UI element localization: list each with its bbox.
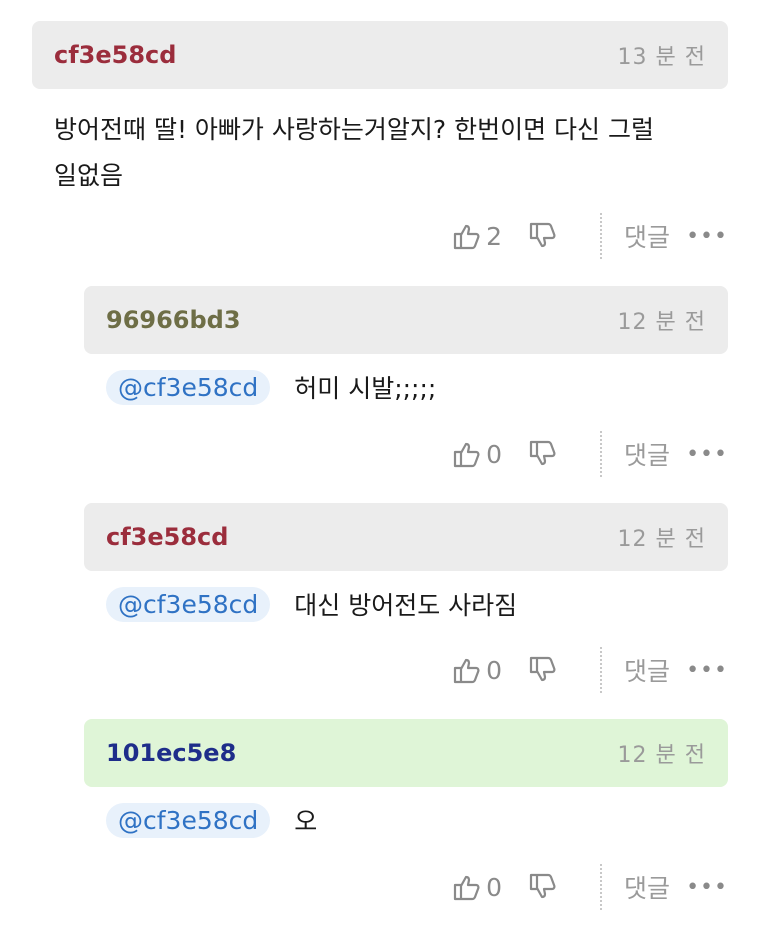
comment-actions: 2 댓글 ••• bbox=[452, 213, 728, 259]
comment-header: cf3e58cd 13 분 전 bbox=[32, 21, 728, 89]
comment-time: 13 분 전 bbox=[617, 45, 706, 70]
mention-tag[interactable]: @cf3e58cd bbox=[106, 586, 271, 622]
reply-row: @cf3e58cd 대신 방어전도 사라짐 bbox=[84, 581, 728, 627]
comment-time: 12 분 전 bbox=[617, 527, 706, 552]
like-count: 0 bbox=[486, 655, 503, 685]
comment-text: 허미 시발;;;;; bbox=[294, 374, 437, 403]
action-divider bbox=[600, 647, 603, 693]
comment-author[interactable]: cf3e58cd bbox=[106, 523, 228, 551]
like-count: 0 bbox=[486, 439, 503, 469]
action-divider bbox=[600, 864, 603, 910]
thumbs-up-icon[interactable] bbox=[452, 655, 482, 685]
comment-4: 101ec5e8 12 분 전 @cf3e58cd 오 bbox=[84, 719, 728, 843]
comment-header: 96966bd3 12 분 전 bbox=[84, 286, 728, 354]
comment-header: 101ec5e8 12 분 전 bbox=[84, 719, 728, 787]
comment-text-line-1: 방어전때 딸! 아빠가 사랑하는거알지? 한번이면 다신 그럴 bbox=[54, 115, 654, 144]
action-divider bbox=[600, 213, 603, 259]
comment-3: cf3e58cd 12 분 전 @cf3e58cd 대신 방어전도 사라짐 bbox=[84, 503, 728, 627]
comment-time: 12 분 전 bbox=[617, 743, 706, 768]
mention-tag[interactable]: @cf3e58cd bbox=[106, 369, 271, 405]
action-divider bbox=[600, 431, 603, 477]
thumbs-up-icon[interactable] bbox=[452, 439, 482, 469]
thumbs-down-icon[interactable] bbox=[528, 439, 558, 469]
reply-button[interactable]: 댓글 bbox=[624, 436, 670, 472]
comment-actions: 0 댓글 ••• bbox=[452, 431, 728, 477]
comment-author[interactable]: 96966bd3 bbox=[106, 306, 241, 334]
comment-author[interactable]: 101ec5e8 bbox=[106, 739, 236, 767]
thumbs-up-icon[interactable] bbox=[452, 872, 482, 902]
like-count: 2 bbox=[486, 221, 503, 251]
more-options-icon[interactable]: ••• bbox=[686, 442, 728, 467]
comment-time: 12 분 전 bbox=[617, 310, 706, 335]
more-options-icon[interactable]: ••• bbox=[686, 224, 728, 249]
comment-text-line-2: 일없음 bbox=[54, 161, 124, 190]
like-count: 0 bbox=[486, 872, 503, 902]
thumbs-down-icon[interactable] bbox=[528, 221, 558, 251]
comment-actions: 0 댓글 ••• bbox=[452, 647, 728, 693]
comment-2: 96966bd3 12 분 전 @cf3e58cd 허미 시발;;;;; bbox=[84, 286, 728, 410]
comment-header: cf3e58cd 12 분 전 bbox=[84, 503, 728, 571]
reply-row: @cf3e58cd 허미 시발;;;;; bbox=[84, 364, 728, 410]
reply-button[interactable]: 댓글 bbox=[624, 652, 670, 688]
reply-button[interactable]: 댓글 bbox=[624, 869, 670, 905]
comment-text: 오 bbox=[294, 807, 318, 836]
thumbs-down-icon[interactable] bbox=[528, 872, 558, 902]
thumbs-down-icon[interactable] bbox=[528, 655, 558, 685]
comment-author[interactable]: cf3e58cd bbox=[54, 41, 176, 69]
reply-button[interactable]: 댓글 bbox=[624, 218, 670, 254]
comment-actions: 0 댓글 ••• bbox=[452, 864, 728, 910]
reply-row: @cf3e58cd 오 bbox=[84, 797, 728, 843]
thumbs-up-icon[interactable] bbox=[452, 221, 482, 251]
more-options-icon[interactable]: ••• bbox=[686, 875, 728, 900]
comment-text: 방어전때 딸! 아빠가 사랑하는거알지? 한번이면 다신 그럴 일없음 bbox=[54, 107, 728, 199]
comment-1: cf3e58cd 13 분 전 방어전때 딸! 아빠가 사랑하는거알지? 한번이… bbox=[32, 21, 728, 199]
mention-tag[interactable]: @cf3e58cd bbox=[106, 802, 271, 838]
comment-text: 대신 방어전도 사라짐 bbox=[294, 591, 518, 620]
more-options-icon[interactable]: ••• bbox=[686, 658, 728, 683]
